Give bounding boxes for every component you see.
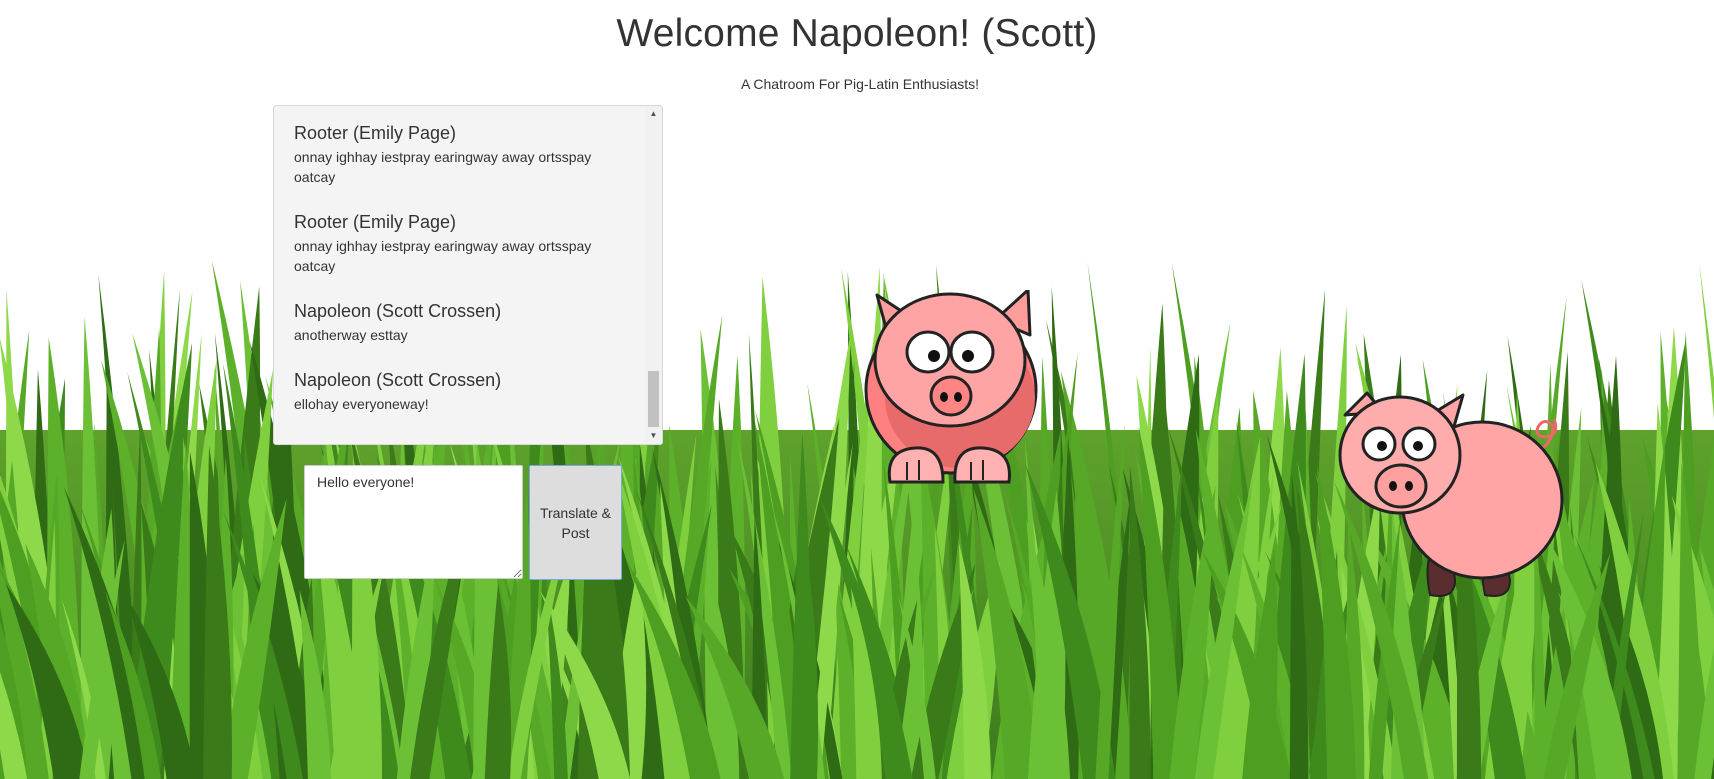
chat-message-list: Rooter (Emily Page) onnay ighhay iestpra… <box>274 106 647 444</box>
pig-side-illustration <box>1338 391 1564 597</box>
message-author: Rooter (Emily Page) <box>294 123 457 143</box>
message-author: Napoleon (Scott Crossen) <box>294 370 502 390</box>
chat-message: Napoleon (Scott Crossen) anotherway estt… <box>294 300 624 345</box>
message-text: ellohay everyoneway! <box>294 396 429 412</box>
chat-scrollbar[interactable]: ▲ ▼ <box>645 106 662 444</box>
chat-message-panel[interactable]: Rooter (Emily Page) onnay ighhay iestpra… <box>273 105 663 445</box>
message-text: anotherway esttay <box>294 327 408 343</box>
chat-message: Napoleon (Scott Crossen) ellohay everyon… <box>294 369 624 414</box>
pig-front-illustration <box>864 290 1038 484</box>
page-title: Welcome Napoleon! (Scott) <box>616 12 1098 55</box>
message-input[interactable]: Hello everyone! <box>304 465 523 579</box>
page-subtitle: A Chatroom For Pig-Latin Enthusiasts! <box>740 76 980 92</box>
translate-post-button[interactable]: Translate & Post <box>529 465 622 580</box>
scroll-down-arrow-icon[interactable]: ▼ <box>645 429 662 443</box>
scroll-up-arrow-icon[interactable]: ▲ <box>645 107 662 121</box>
chat-message: Rooter (Emily Page) onnay ighhay iestpra… <box>294 211 624 276</box>
chat-message: Rooter (Emily Page) onnay ighhay iestpra… <box>294 122 624 187</box>
page: Welcome Napoleon! (Scott) A Chatroom For… <box>0 0 1714 779</box>
message-text: onnay ighhay iestpray earingway away ort… <box>294 238 592 274</box>
message-author: Napoleon (Scott Crossen) <box>294 301 502 321</box>
message-text: onnay ighhay iestpray earingway away ort… <box>294 149 592 185</box>
scrollbar-thumb[interactable] <box>648 371 659 427</box>
message-author: Rooter (Emily Page) <box>294 212 457 232</box>
